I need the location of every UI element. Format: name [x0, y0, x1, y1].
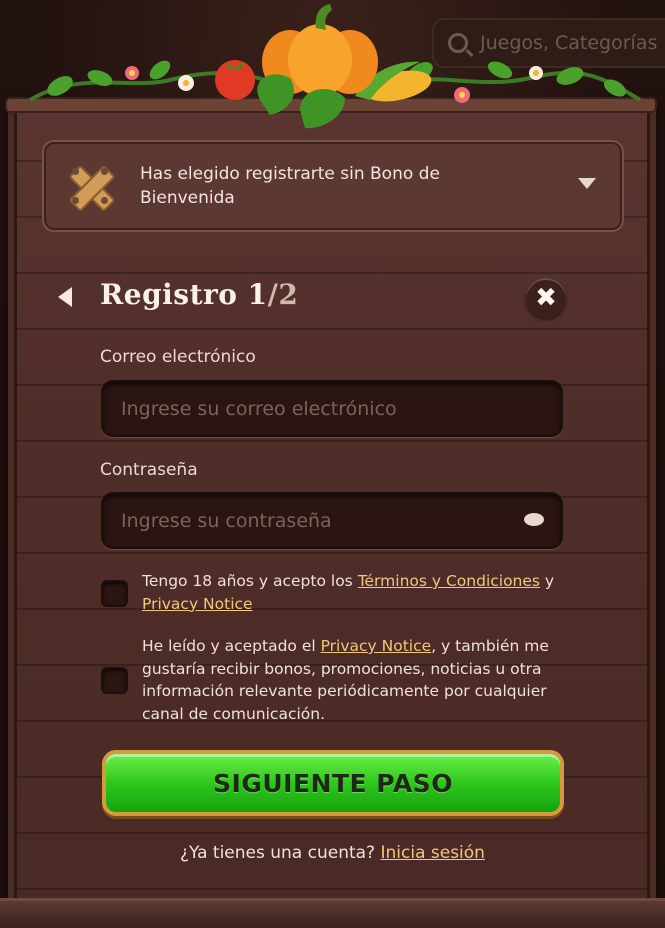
password-label: Contraseña	[100, 460, 198, 480]
bonus-text-line2: Bienvenida	[140, 188, 235, 208]
marketing-text: He leído y aceptado el Privacy Notice, y…	[142, 635, 572, 725]
terms-text-b: y	[540, 572, 555, 590]
marketing-checkbox[interactable]	[101, 667, 128, 694]
tomato-icon	[215, 60, 255, 100]
bonus-description: Has elegido registrarte sin Bono de Bien…	[140, 162, 540, 210]
eye-icon[interactable]	[524, 513, 544, 526]
chevron-down-icon[interactable]	[578, 178, 596, 189]
next-step-button[interactable]: SIGUIENTE PASO	[102, 750, 564, 816]
password-field[interactable]	[101, 492, 563, 549]
terms-checkbox[interactable]	[101, 580, 128, 607]
terms-text-a: Tengo 18 años y acepto los	[142, 572, 358, 590]
title-step: /2	[267, 278, 299, 311]
crossed-planks-icon	[64, 160, 116, 213]
panel-bottom-frame	[0, 898, 665, 928]
welcome-bonus-selector[interactable]: Has elegido registrarte sin Bono de Bien…	[42, 140, 624, 232]
email-label: Correo electrónico	[100, 347, 256, 367]
back-arrow-icon[interactable]	[58, 287, 72, 307]
privacy-link-1[interactable]: Privacy Notice	[142, 595, 253, 613]
terms-text: Tengo 18 años y acepto los Términos y Co…	[142, 570, 572, 615]
privacy-link-2[interactable]: Privacy Notice	[321, 637, 432, 655]
close-icon: ✖	[535, 283, 557, 313]
login-link[interactable]: Inicia sesión	[380, 843, 484, 863]
login-question: ¿Ya tienes una cuenta?	[180, 843, 381, 863]
terms-link[interactable]: Términos y Condiciones	[358, 572, 540, 590]
marketing-text-a: He leído y aceptado el	[142, 637, 321, 655]
harvest-decoration	[5, 4, 657, 129]
bonus-text-line1: Has elegido registrarte sin Bono de	[140, 164, 440, 184]
email-field[interactable]	[101, 380, 563, 437]
next-step-label: SIGUIENTE PASO	[213, 768, 453, 798]
close-button[interactable]: ✖	[526, 278, 566, 318]
page-title: Registro 1/2	[100, 278, 298, 311]
title-text: Registro 1	[100, 278, 268, 311]
login-prompt: ¿Ya tienes una cuenta? Inicia sesión	[0, 843, 665, 863]
